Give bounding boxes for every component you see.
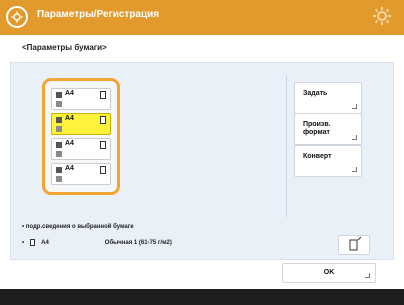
bullet: • [22,239,25,246]
page-title: Параметры/Регистрация [37,9,160,20]
tray-number-icon [56,92,62,98]
paper-icon [100,91,106,99]
corner-arrow-icon [365,273,370,278]
set-button-label: Задать [303,90,328,97]
tray-number-icon [56,117,62,123]
divider [286,75,287,217]
selected-paper-info: • A4 Обычная 1 (61-75 г/м2) [22,239,172,246]
status-bar [0,289,404,305]
paper-tray-4[interactable]: A4 [51,163,111,185]
section-title: <Параметры бумаги> [22,43,107,52]
tray-paper-size: A4 [65,90,74,97]
paper-level-icon [56,126,62,132]
selected-paper-info-title: • подр.сведения о выбранной бумаге [22,224,134,230]
gear-icon [373,7,391,25]
corner-arrow-icon [352,135,357,140]
envelope-button[interactable]: Конверт [294,145,362,177]
paper-level-icon [56,176,62,182]
tray-paper-size: A4 [65,140,74,147]
set-button[interactable]: Задать [294,82,362,114]
paper-type-value: Обычная 1 (61-75 г/м2) [104,239,172,246]
free-format-button-label: Произв. формат [303,121,331,136]
corner-arrow-icon [352,104,357,109]
paper-tray-3[interactable]: A4 [51,138,111,160]
tray-paper-size: A4 [65,115,74,122]
envelope-button-label: Конверт [303,153,332,160]
paper-details-button[interactable] [338,235,370,255]
corner-arrow-icon [352,167,357,172]
paper-edit-icon [349,236,362,251]
paper-icon [100,166,106,174]
paper-size-value: A4 [41,239,49,246]
tray-number-icon [56,142,62,148]
paper-tray-2[interactable]: A4 [51,113,111,135]
ok-button-label: OK [323,269,335,276]
paper-level-icon [56,151,62,157]
paper-icon [100,141,106,149]
tray-number-icon [56,167,62,173]
free-format-button[interactable]: Произв. формат [294,113,362,145]
paper-icon [30,239,36,246]
paper-tray-1[interactable]: A4 [51,88,111,110]
settings-registration-icon [6,6,28,28]
title-bar: Параметры/Регистрация [0,0,404,35]
paper-icon [100,116,106,124]
paper-level-icon [56,101,62,107]
tray-paper-size: A4 [65,165,74,172]
ok-button[interactable]: OK [282,263,376,283]
paper-source-group: A4 A4 A4 A4 [42,78,120,195]
